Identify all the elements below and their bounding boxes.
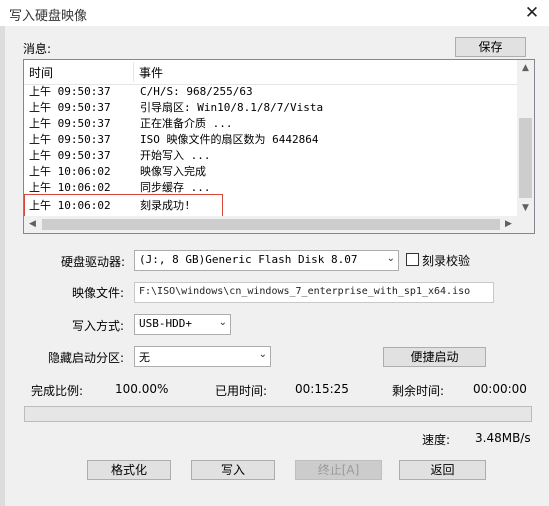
elapsed-time-label: 已用时间: xyxy=(215,384,268,398)
log-time: 上午 09:50:37 xyxy=(29,149,111,162)
image-file-value: F:\ISO\windows\cn_windows_7_enterprise_w… xyxy=(139,286,471,297)
speed-label: 速度: xyxy=(422,433,451,447)
window-title: 写入硬盘映像 xyxy=(9,9,88,24)
scroll-right-icon[interactable]: ▶ xyxy=(500,216,517,233)
log-event: 映像写入完成 xyxy=(140,165,206,178)
log-time: 上午 09:50:37 xyxy=(29,101,111,114)
scroll-left-icon[interactable]: ◀ xyxy=(24,216,41,233)
log-time: 上午 09:50:37 xyxy=(29,133,111,146)
image-file-label: 映像文件: xyxy=(72,286,125,300)
vertical-scroll-thumb[interactable] xyxy=(519,118,532,198)
background-window-edge xyxy=(0,26,5,506)
hidden-partition-value: 无 xyxy=(139,351,150,364)
log-event: C/H/S: 968/255/63 xyxy=(140,85,253,98)
speed-value: 3.48MB/s xyxy=(475,431,531,445)
column-divider[interactable] xyxy=(133,62,134,82)
hidden-partition-label: 隐藏启动分区: xyxy=(48,351,125,365)
chevron-down-icon[interactable]: ⌄ xyxy=(387,253,395,264)
log-time: 上午 09:50:37 xyxy=(29,117,111,130)
message-log-list[interactable]: 时间 事件 上午 09:50:37 C/H/S: 968/255/63 上午 09… xyxy=(23,59,535,234)
log-event: 开始写入 ... xyxy=(140,149,211,162)
log-row[interactable]: 上午 10:06:02 映像写入完成 xyxy=(24,164,517,180)
format-button[interactable]: 格式化 xyxy=(87,460,171,480)
close-icon[interactable]: ✕ xyxy=(521,2,543,24)
complete-ratio-value: 100.00% xyxy=(115,382,169,396)
log-row[interactable]: 上午 09:50:37 引导扇区: Win10/8.1/8/7/Vista xyxy=(24,100,517,116)
messages-label: 消息: xyxy=(23,42,52,56)
write-mode-label: 写入方式: xyxy=(72,319,125,333)
drive-label: 硬盘驱动器: xyxy=(61,255,126,269)
chevron-down-icon[interactable]: ⌄ xyxy=(219,317,227,328)
drive-select[interactable]: (J:, 8 GB)Generic Flash Disk 8.07 ⌄ xyxy=(134,250,399,271)
stop-button[interactable]: 终止[A] xyxy=(295,460,382,480)
progress-fill xyxy=(25,407,531,421)
remaining-time-label: 剩余时间: xyxy=(392,384,445,398)
column-header-time[interactable]: 时间 xyxy=(29,64,53,81)
scroll-down-icon[interactable]: ▼ xyxy=(517,200,534,217)
horizontal-scrollbar[interactable]: ◀ ▶ xyxy=(24,216,534,233)
log-event: ISO 映像文件的扇区数为 6442864 xyxy=(140,133,319,146)
back-button[interactable]: 返回 xyxy=(399,460,486,480)
image-file-field[interactable]: F:\ISO\windows\cn_windows_7_enterprise_w… xyxy=(134,282,494,303)
log-time: 上午 09:50:37 xyxy=(29,85,111,98)
log-event: 正在准备介质 ... xyxy=(140,117,233,130)
column-header-event[interactable]: 事件 xyxy=(139,64,163,81)
vertical-scrollbar[interactable]: ▲ ▼ xyxy=(517,60,534,217)
progress-bar xyxy=(24,406,532,422)
remaining-time-value: 00:00:00 xyxy=(473,382,527,396)
write-mode-value: USB-HDD+ xyxy=(139,317,192,330)
log-row[interactable]: 上午 09:50:37 C/H/S: 968/255/63 xyxy=(24,84,517,100)
log-event: 引导扇区: Win10/8.1/8/7/Vista xyxy=(140,101,324,114)
verify-label[interactable]: 刻录校验 xyxy=(422,252,470,269)
title-bar[interactable]: 写入硬盘映像 ✕ xyxy=(0,0,549,26)
write-mode-select[interactable]: USB-HDD+ ⌄ xyxy=(134,314,231,335)
log-row[interactable]: 上午 09:50:37 开始写入 ... xyxy=(24,148,517,164)
log-row[interactable]: 上午 09:50:37 ISO 映像文件的扇区数为 6442864 xyxy=(24,132,517,148)
hidden-partition-select[interactable]: 无 ⌄ xyxy=(134,346,271,367)
log-time: 上午 10:06:02 xyxy=(29,165,111,178)
drive-value: (J:, 8 GB)Generic Flash Disk 8.07 xyxy=(139,253,358,266)
write-disk-image-window: 写入硬盘映像 ✕ 消息: 保存 时间 事件 上午 09:50:37 C/H/S: … xyxy=(0,0,549,506)
success-highlight-box xyxy=(24,194,223,217)
scroll-up-icon[interactable]: ▲ xyxy=(517,60,534,77)
log-header: 时间 事件 xyxy=(24,60,517,85)
complete-ratio-label: 完成比例: xyxy=(31,384,84,398)
save-button[interactable]: 保存 xyxy=(455,37,526,57)
verify-checkbox[interactable] xyxy=(406,253,419,266)
quick-boot-button[interactable]: 便捷启动 xyxy=(383,347,486,367)
write-button[interactable]: 写入 xyxy=(191,460,275,480)
chevron-down-icon[interactable]: ⌄ xyxy=(259,349,267,360)
elapsed-time-value: 00:15:25 xyxy=(295,382,349,396)
log-row[interactable]: 上午 09:50:37 正在准备介质 ... xyxy=(24,116,517,132)
horizontal-scroll-thumb[interactable] xyxy=(42,219,500,230)
